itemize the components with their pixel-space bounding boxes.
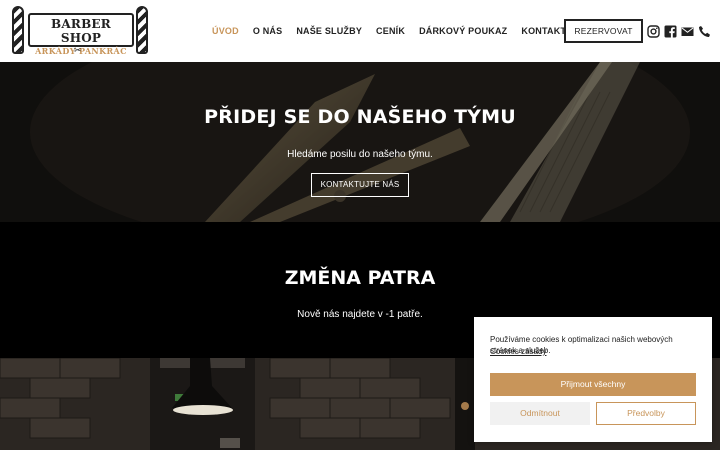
hero-banner: PŘIDEJ SE DO NAŠEHO TÝMU Hledáme posilu … (0, 62, 720, 222)
email-icon[interactable] (681, 25, 694, 38)
main-nav: ÚVOD O NÁS NAŠE SLUŽBY CENÍK DÁRKOVÝ POU… (212, 24, 580, 38)
decline-button[interactable]: Odmítnout (490, 402, 590, 425)
notice-title: ZMĚNA PATRA (284, 267, 436, 289)
reserve-button[interactable]: REZERVOVAT (564, 19, 643, 43)
barber-pole-icon (136, 6, 148, 54)
nav-item-cenik[interactable]: CENÍK (376, 24, 405, 38)
accept-all-button[interactable]: Přijmout všechny (490, 373, 696, 396)
nav-item-darkovy-poukaz[interactable]: DÁRKOVÝ POUKAZ (419, 24, 507, 38)
social-links (647, 24, 711, 38)
logo-line1: BARBER SHOP (51, 17, 111, 45)
phone-icon[interactable] (698, 25, 711, 38)
preferences-button[interactable]: Předvolby (596, 402, 696, 425)
nav-item-nase-sluzby[interactable]: NAŠE SLUŽBY (296, 24, 362, 38)
site-header: BARBER SHOP ARKÁDY PANKRÁC ✂ ÚVOD O NÁS … (0, 0, 720, 62)
nav-item-uvod[interactable]: ÚVOD (212, 24, 239, 38)
nav-item-kontakt[interactable]: KONTAKT (521, 24, 566, 38)
nav-item-o-nas[interactable]: O NÁS (253, 24, 283, 38)
hero-background-image (0, 62, 720, 222)
cookie-consent-dialog: Používáme cookies k optimalizaci našich … (474, 317, 712, 442)
hero-title: PŘIDEJ SE DO NAŠEHO TÝMU (204, 106, 516, 128)
hero-subtitle: Hledáme posilu do našeho týmu. (287, 149, 433, 160)
barber-shop-logo[interactable]: BARBER SHOP ARKÁDY PANKRÁC ✂ (10, 4, 150, 58)
logo-badge: BARBER SHOP ARKÁDY PANKRÁC (28, 13, 134, 56)
barber-pole-icon (12, 6, 24, 54)
facebook-icon[interactable] (664, 25, 677, 38)
scissors-icon: ✂ (74, 45, 82, 55)
contact-us-button[interactable]: KONTAKTUJTE NÁS (311, 173, 409, 197)
instagram-icon[interactable] (647, 24, 660, 38)
cookie-policy-link[interactable]: Cookies zásady (490, 346, 546, 357)
